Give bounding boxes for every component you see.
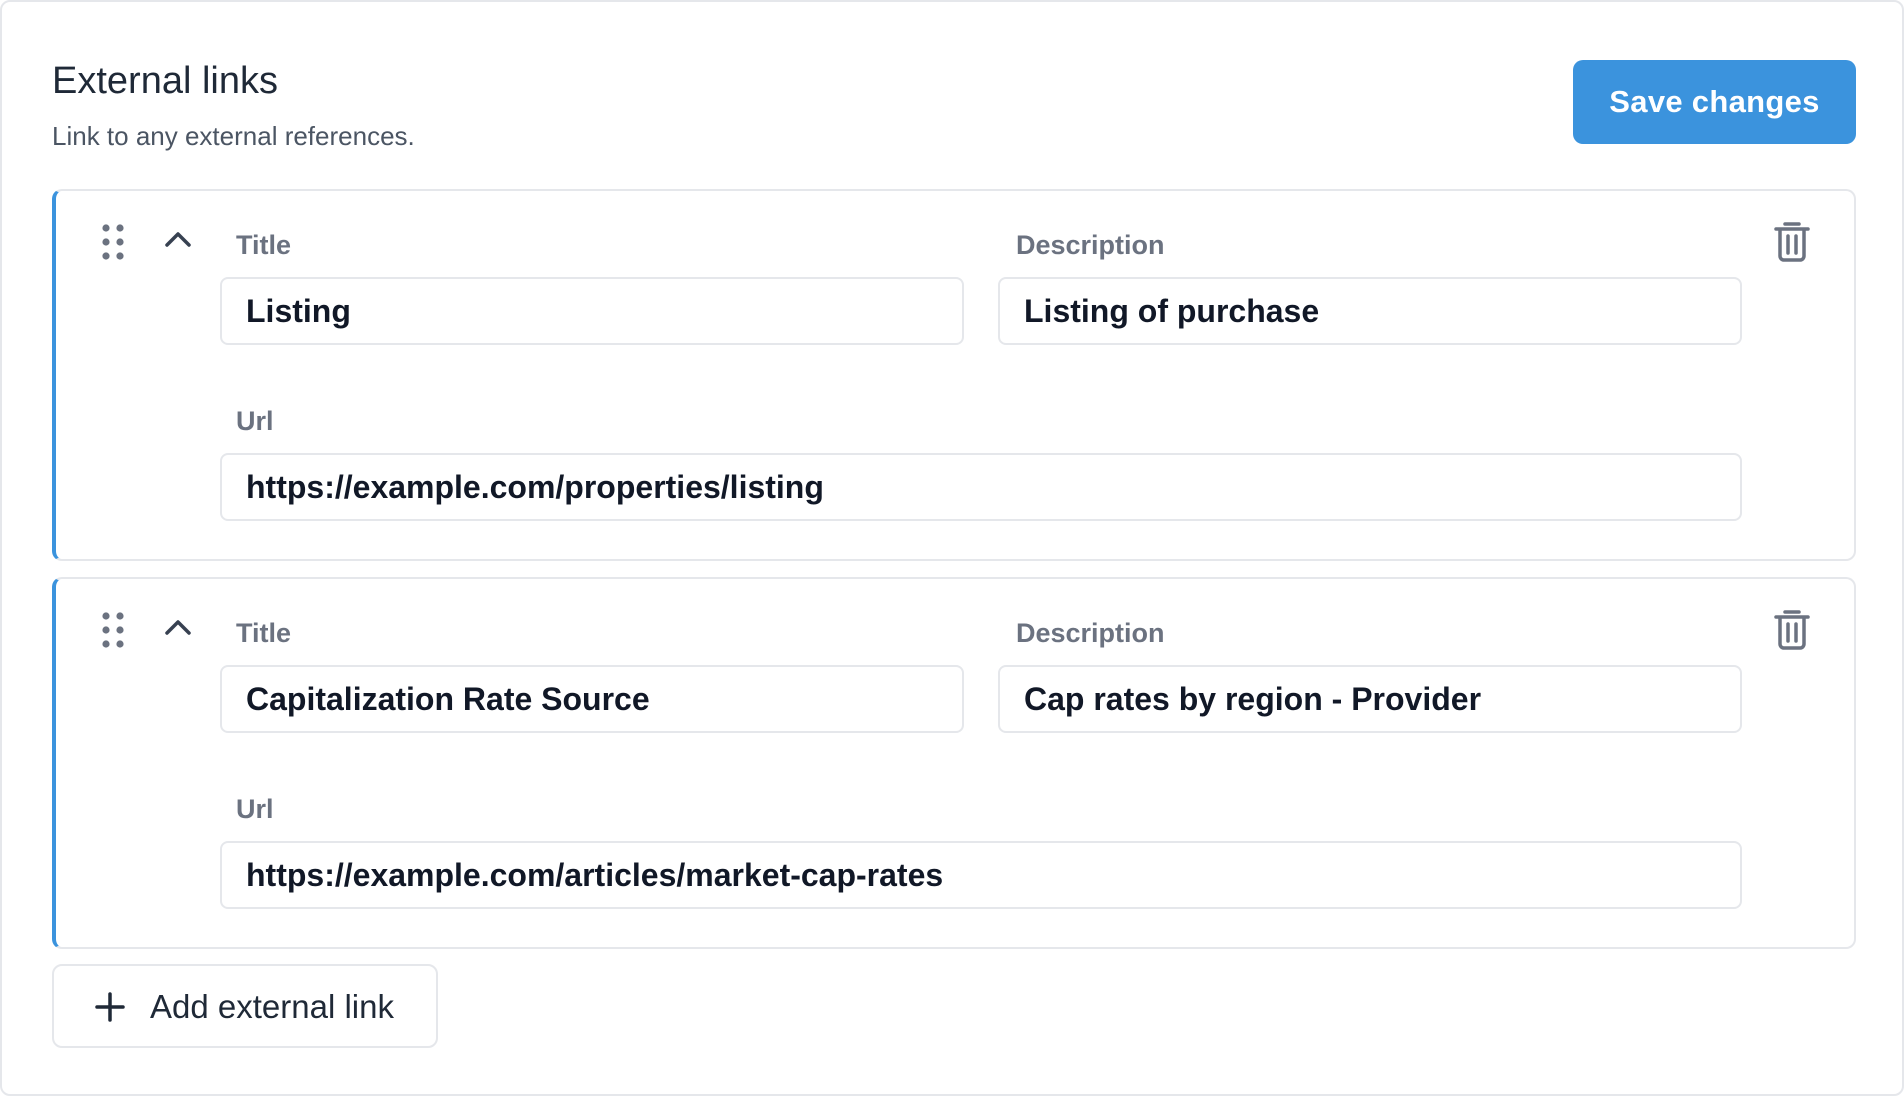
trash-icon[interactable]: [1772, 607, 1812, 651]
url-input[interactable]: [220, 453, 1742, 521]
drag-handle-icon[interactable]: [100, 610, 126, 650]
description-label: Description: [1016, 618, 1165, 648]
title-label: Title: [236, 618, 292, 648]
description-input[interactable]: [998, 277, 1742, 345]
add-external-link-label: Add external link: [150, 988, 394, 1025]
section-title: External links: [52, 60, 278, 102]
save-changes-button[interactable]: Save changes: [1573, 60, 1856, 144]
plus-icon: [94, 991, 126, 1023]
trash-icon[interactable]: [1772, 219, 1812, 263]
description-input[interactable]: [998, 665, 1742, 733]
drag-handle-icon[interactable]: [100, 222, 126, 262]
title-label: Title: [236, 230, 292, 260]
chevron-up-icon[interactable]: [162, 613, 194, 641]
url-input[interactable]: [220, 841, 1742, 909]
section-subtitle: Link to any external references.: [52, 121, 415, 151]
description-label: Description: [1016, 230, 1165, 260]
external-link-card: Title Description Url: [52, 577, 1856, 949]
external-links-panel: External links Link to any external refe…: [0, 0, 1904, 1096]
title-input[interactable]: [220, 665, 964, 733]
title-input[interactable]: [220, 277, 964, 345]
chevron-up-icon[interactable]: [162, 225, 194, 253]
url-label: Url: [236, 406, 274, 436]
url-label: Url: [236, 794, 274, 824]
add-external-link-button[interactable]: Add external link: [52, 964, 438, 1048]
external-link-card: Title Description Url: [52, 189, 1856, 561]
